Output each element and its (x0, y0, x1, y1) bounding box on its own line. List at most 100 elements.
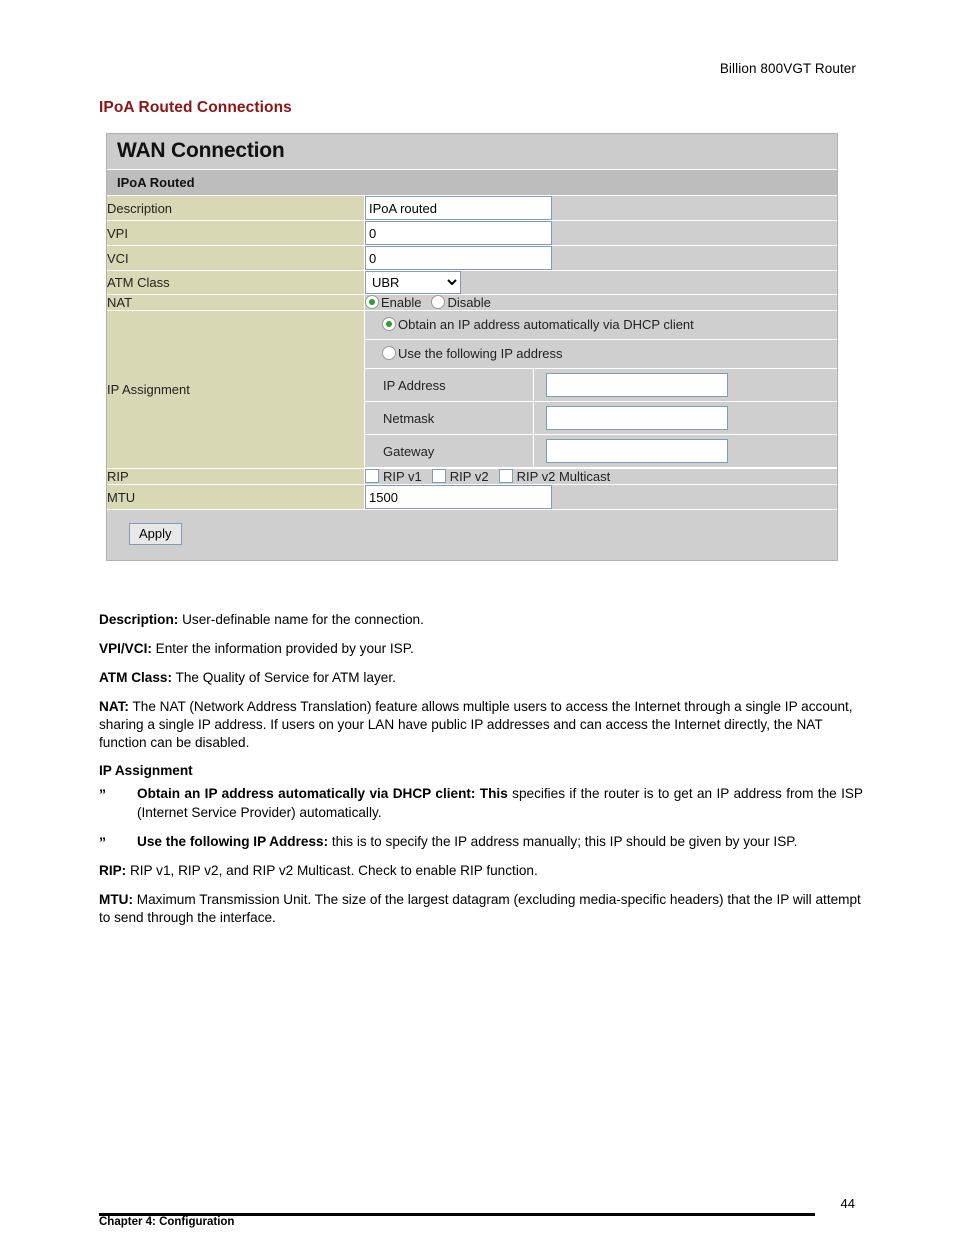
text-bullet-static-ip: this is to specify the IP address manual… (328, 833, 798, 849)
wan-connection-panel: WAN Connection IPoA Routed Description V… (106, 133, 838, 561)
mtu-input[interactable] (365, 485, 552, 509)
wan-settings-table: Description VPI VCI (107, 196, 837, 510)
table-row-ip-assignment: IP Assignment Obtain an IP address autom… (107, 310, 837, 469)
panel-subtitle: IPoA Routed (107, 170, 837, 196)
body-copy: Description: User-definable name for the… (99, 611, 863, 938)
atm-class-select[interactable]: UBR (365, 271, 461, 294)
paragraph-description: Description: User-definable name for the… (99, 611, 863, 629)
description-value-cell (364, 196, 837, 221)
nat-disable-label: Disable (447, 295, 491, 310)
atm-class-label: ATM Class (107, 270, 365, 295)
subheading-ip-assignment: IP Assignment (99, 763, 193, 779)
running-head: Billion 800VGT Router (719, 61, 856, 76)
rip-v1-option[interactable]: RIP v1 (365, 469, 422, 484)
document-page: Billion 800VGT Router IPoA Routed Connec… (0, 0, 954, 1235)
text-mtu: Maximum Transmission Unit. The size of t… (99, 891, 861, 925)
paragraph-atm-class: ATM Class: The Quality of Service for AT… (99, 669, 863, 687)
rip-v1-label: RIP v1 (383, 469, 422, 484)
term-mtu: MTU: (99, 891, 133, 907)
vpi-input[interactable] (365, 221, 552, 245)
ip-assignment-dhcp-option[interactable]: Obtain an IP address automatically via D… (365, 311, 837, 340)
vci-label: VCI (107, 245, 365, 271)
apply-bar: Apply (107, 510, 837, 560)
table-row-vpi: VPI (107, 220, 837, 246)
nat-enable-label: Enable (381, 295, 422, 310)
ip-assignment-static-label: Use the following IP address (398, 346, 563, 361)
checkbox-icon[interactable] (498, 469, 513, 483)
table-row-ip-address: IP Address (365, 369, 837, 402)
radio-off-icon[interactable] (382, 346, 396, 360)
ip-address-label: IP Address (365, 369, 534, 402)
description-label: Description (107, 196, 365, 221)
term-rip: RIP: (99, 862, 127, 878)
mtu-value-cell (364, 484, 837, 510)
ip-assignment-dhcp-label: Obtain an IP address automatically via D… (398, 317, 694, 332)
term-nat: NAT: (99, 699, 129, 715)
ip-assignment-value-cell: Obtain an IP address automatically via D… (364, 310, 837, 469)
bullet-marker-icon: ” (99, 786, 106, 803)
gateway-value-cell (533, 434, 837, 468)
ip-assignment-label: IP Assignment (107, 310, 365, 469)
nat-disable-option[interactable]: Disable (431, 295, 491, 310)
nat-label: NAT (107, 294, 365, 311)
description-input[interactable] (365, 196, 552, 220)
radio-off-icon[interactable] (431, 295, 446, 309)
rip-v2-multicast-label: RIP v2 Multicast (516, 469, 611, 484)
text-vpi-vci: Enter the information provided by your I… (151, 641, 414, 657)
bullet-dhcp: ” Obtain an IP address automatically via … (99, 785, 863, 821)
gateway-label: Gateway (365, 434, 534, 468)
table-row-netmask: Netmask (365, 401, 837, 435)
panel-title: WAN Connection (107, 134, 837, 170)
gateway-input[interactable] (546, 439, 728, 463)
vci-value-cell (364, 245, 837, 271)
vpi-value-cell (364, 220, 837, 246)
atm-class-value-cell: UBR (364, 270, 837, 295)
bullet-static-ip: ” Use the following IP Address: this is t… (99, 833, 863, 851)
table-row-mtu: MTU (107, 484, 837, 510)
footer-chapter-label: Chapter 4: Configuration (99, 1216, 235, 1228)
text-description: User-definable name for the connection. (178, 612, 424, 627)
ip-address-input[interactable] (546, 373, 728, 397)
table-row-rip: RIP RIP v1 RIP v2 RIP v2 Multicast (107, 468, 837, 485)
paragraph-nat: NAT: The NAT (Network Address Translatio… (99, 698, 863, 752)
ip-assignment-fields-table: IP Address Netmask Gateway (365, 369, 837, 468)
nat-enable-option[interactable]: Enable (365, 295, 421, 310)
text-atm-class: The Quality of Service for ATM layer. (172, 670, 396, 686)
rip-v2-option[interactable]: RIP v2 (431, 469, 489, 484)
table-row-gateway: Gateway (365, 434, 837, 468)
page-title: IPoA Routed Connections (99, 99, 292, 116)
netmask-value-cell (533, 401, 837, 435)
page-number: 44 (840, 1196, 855, 1211)
term-description: Description: (99, 612, 179, 627)
vpi-label: VPI (107, 220, 365, 246)
netmask-label: Netmask (365, 401, 534, 435)
table-row-description: Description (107, 196, 837, 221)
table-row-nat: NAT Enable Disable (107, 294, 837, 311)
checkbox-icon[interactable] (431, 469, 446, 483)
ip-assignment-static-option[interactable]: Use the following IP address (365, 340, 837, 369)
radio-on-icon[interactable] (365, 295, 379, 309)
text-rip: RIP v1, RIP v2, and RIP v2 Multicast. Ch… (126, 862, 538, 878)
nat-value-cell: Enable Disable (364, 294, 837, 311)
radio-on-icon[interactable] (382, 317, 396, 331)
rip-v2-label: RIP v2 (449, 469, 489, 484)
ip-address-value-cell (533, 369, 837, 402)
text-nat: The NAT (Network Address Translation) fe… (99, 699, 853, 751)
term-vpi-vci: VPI/VCI: (99, 641, 152, 657)
bullet-marker-icon: ” (99, 833, 106, 850)
term-bullet-static-ip: Use the following IP Address: (137, 833, 329, 849)
paragraph-mtu: MTU: Maximum Transmission Unit. The size… (99, 891, 863, 927)
rip-value-cell: RIP v1 RIP v2 RIP v2 Multicast (364, 468, 837, 485)
rip-label: RIP (107, 468, 365, 485)
netmask-input[interactable] (546, 406, 728, 430)
term-atm-class: ATM Class: (99, 670, 173, 686)
table-row-vci: VCI (107, 245, 837, 271)
checkbox-icon[interactable] (365, 469, 379, 483)
vci-input[interactable] (365, 246, 552, 270)
paragraph-vpi-vci: VPI/VCI: Enter the information provided … (99, 640, 863, 658)
rip-v2-multicast-option[interactable]: RIP v2 Multicast (498, 469, 611, 484)
term-bullet-dhcp: Obtain an IP address automatically via D… (137, 786, 508, 802)
mtu-label: MTU (107, 484, 365, 510)
table-row-atm-class: ATM Class UBR (107, 270, 837, 295)
apply-button[interactable]: Apply (129, 523, 182, 545)
